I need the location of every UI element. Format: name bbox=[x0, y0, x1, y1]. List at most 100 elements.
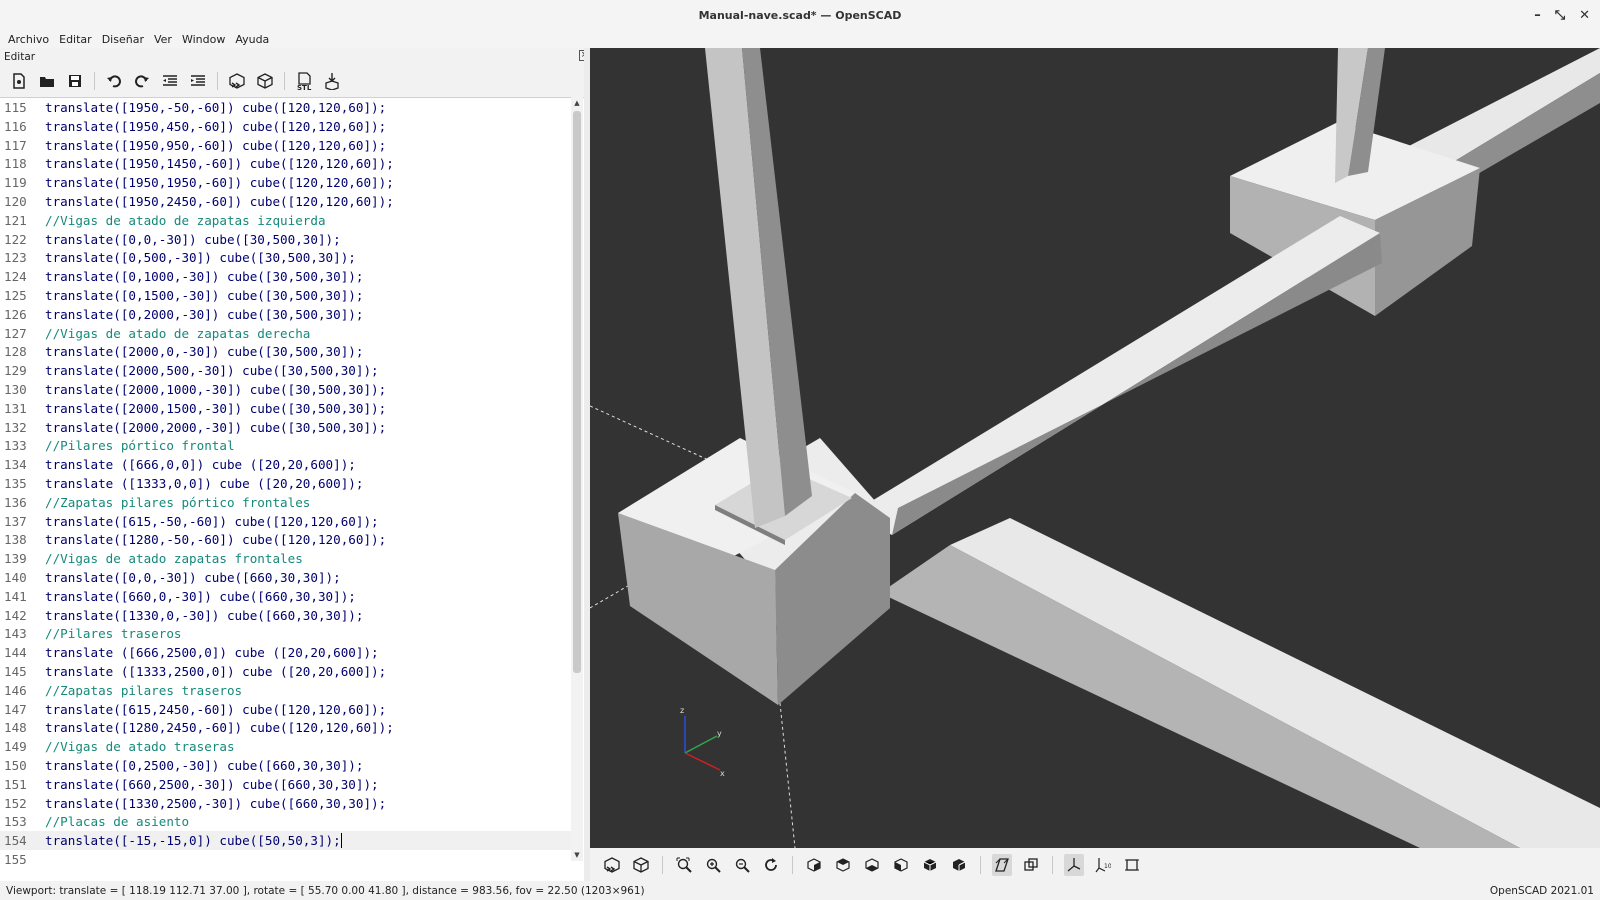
code-line[interactable]: 125 translate([0,1500,-30]) cube([30,500,… bbox=[0, 286, 580, 305]
code-line[interactable]: 147 translate([615,2450,-60]) cube([120,1… bbox=[0, 700, 580, 719]
code-editor[interactable]: 115 translate([1950,-50,-60]) cube([120,1… bbox=[0, 97, 584, 881]
code-line[interactable]: 137 translate([615,-50,-60]) cube([120,12… bbox=[0, 512, 580, 531]
open-file-icon[interactable] bbox=[36, 70, 58, 92]
code-line[interactable]: 120 translate([1950,2450,-60]) cube([120,… bbox=[0, 192, 580, 211]
code-line[interactable]: 150 translate([0,2500,-30]) cube([660,30,… bbox=[0, 756, 580, 775]
line-number: 122 bbox=[4, 231, 27, 247]
line-number: 127 bbox=[4, 325, 27, 341]
code-line[interactable]: 117 translate([1950,950,-60]) cube([120,1… bbox=[0, 136, 580, 155]
code-line[interactable]: 152 translate([1330,2500,-30]) cube([660,… bbox=[0, 794, 580, 813]
code-line[interactable]: 119 translate([1950,1950,-60]) cube([120,… bbox=[0, 173, 580, 192]
view-left-icon[interactable] bbox=[891, 854, 911, 876]
code-line[interactable]: 149 //Vigas de atado traseras bbox=[0, 737, 580, 756]
code-line[interactable]: 131 translate([2000,1500,-30]) cube([30,5… bbox=[0, 399, 580, 418]
show-edges-icon[interactable] bbox=[1122, 854, 1142, 876]
code-line[interactable]: 139 //Vigas de atado zapatas frontales bbox=[0, 549, 580, 568]
code-line[interactable]: 155 bbox=[0, 850, 580, 869]
code-line[interactable]: 136 //Zapatas pilares pórtico frontales bbox=[0, 493, 580, 512]
code-line[interactable]: 128 translate([2000,0,-30]) cube([30,500,… bbox=[0, 342, 580, 361]
reset-view-icon[interactable] bbox=[761, 854, 781, 876]
code-text: translate([2000,1500,-30]) cube([30,500,… bbox=[45, 400, 387, 416]
scroll-up-icon[interactable]: ▲ bbox=[571, 97, 583, 109]
redo-icon[interactable] bbox=[131, 70, 153, 92]
editor-scrollbar[interactable]: ▲ ▼ bbox=[571, 97, 583, 861]
menu-disenar[interactable]: Diseñar bbox=[102, 33, 144, 46]
export-stl-icon[interactable]: STL bbox=[293, 70, 315, 92]
code-line[interactable]: 116 translate([1950,450,-60]) cube([120,1… bbox=[0, 117, 580, 136]
editor-dock-label: Editar bbox=[4, 50, 36, 63]
send-to-print-icon[interactable] bbox=[321, 70, 343, 92]
view-top-icon[interactable] bbox=[833, 854, 853, 876]
view-right-icon[interactable] bbox=[804, 854, 824, 876]
code-text: translate([615,-50,-60]) cube([120,120,6… bbox=[45, 513, 379, 529]
code-line[interactable]: 133 //Pilares pórtico frontal bbox=[0, 436, 580, 455]
svg-text:10: 10 bbox=[1104, 863, 1111, 870]
menu-ver[interactable]: Ver bbox=[154, 33, 172, 46]
code-line[interactable]: 135 translate ([1333,0,0]) cube ([20,20,6… bbox=[0, 474, 580, 493]
code-line[interactable]: 145 translate ([1333,2500,0]) cube ([20,2… bbox=[0, 662, 580, 681]
code-line[interactable]: 115 translate([1950,-50,-60]) cube([120,1… bbox=[0, 98, 580, 117]
code-text: translate([0,1500,-30]) cube([30,500,30]… bbox=[45, 288, 364, 303]
restore-icon[interactable]: ⤡ bbox=[1555, 8, 1565, 23]
line-number: 115 bbox=[4, 100, 27, 115]
show-scale-icon[interactable]: 10 bbox=[1093, 854, 1113, 876]
indent-icon[interactable] bbox=[187, 70, 209, 92]
line-number: 154 bbox=[4, 833, 27, 849]
scrollbar-thumb[interactable] bbox=[573, 111, 581, 673]
show-axes-icon[interactable] bbox=[1064, 853, 1084, 876]
code-line[interactable]: 121 //Vigas de atado de zapatas izquierda bbox=[0, 211, 580, 230]
preview-icon[interactable] bbox=[226, 70, 248, 92]
close-icon[interactable]: ✕ bbox=[1579, 8, 1590, 23]
undo-icon[interactable] bbox=[103, 70, 125, 92]
menu-archivo[interactable]: Archivo bbox=[8, 33, 49, 46]
code-text: translate([2000,1000,-30]) cube([30,500,… bbox=[45, 382, 387, 397]
code-line[interactable]: 123 translate([0,500,-30]) cube([30,500,3… bbox=[0, 248, 580, 267]
code-line[interactable]: 146 //Zapatas pilares traseros bbox=[0, 681, 580, 700]
code-line[interactable]: 122 translate([0,0,-30]) cube([30,500,30]… bbox=[0, 230, 580, 249]
code-line[interactable]: 132 translate([2000,2000,-30]) cube([30,5… bbox=[0, 418, 580, 437]
editor-toolbar: STL bbox=[0, 66, 596, 96]
code-line[interactable]: 138 translate([1280,-50,-60]) cube([120,1… bbox=[0, 530, 580, 549]
code-line[interactable]: 148 translate([1280,2450,-60]) cube([120,… bbox=[0, 718, 580, 737]
menu-editar[interactable]: Editar bbox=[59, 33, 92, 46]
code-line[interactable]: 130 translate([2000,1000,-30]) cube([30,5… bbox=[0, 380, 580, 399]
menu-ayuda[interactable]: Ayuda bbox=[235, 33, 269, 46]
code-line[interactable]: 134 translate ([666,0,0]) cube ([20,20,60… bbox=[0, 455, 580, 474]
render-icon[interactable] bbox=[254, 70, 276, 92]
orthogonal-icon[interactable] bbox=[1021, 854, 1041, 876]
view-front-icon[interactable] bbox=[920, 854, 940, 876]
preview-icon[interactable] bbox=[602, 854, 622, 876]
line-number: 140 bbox=[4, 570, 27, 585]
save-icon[interactable] bbox=[64, 70, 86, 92]
unindent-icon[interactable] bbox=[159, 70, 181, 92]
zoom-out-icon[interactable] bbox=[732, 854, 752, 876]
code-line[interactable]: 118 translate([1950,1450,-60]) cube([120,… bbox=[0, 154, 580, 173]
view-all-icon[interactable] bbox=[674, 854, 694, 876]
3d-viewport[interactable]: z y x bbox=[590, 48, 1600, 848]
code-text: translate([1950,1950,-60]) cube([120,120… bbox=[45, 175, 394, 191]
line-number: 124 bbox=[4, 269, 27, 285]
line-number: 132 bbox=[4, 419, 27, 435]
view-back-icon[interactable] bbox=[949, 854, 969, 876]
code-line[interactable]: 140 translate([0,0,-30]) cube([660,30,30]… bbox=[0, 568, 580, 587]
code-line[interactable]: 127 //Vigas de atado de zapatas derecha bbox=[0, 324, 580, 343]
code-line[interactable]: 151 translate([660,2500,-30]) cube([660,3… bbox=[0, 775, 580, 794]
code-line[interactable]: 144 translate ([666,2500,0]) cube ([20,20… bbox=[0, 643, 580, 662]
scroll-down-icon[interactable]: ▼ bbox=[571, 849, 583, 861]
new-file-icon[interactable] bbox=[8, 70, 30, 92]
code-line[interactable]: 153 //Placas de asiento bbox=[0, 812, 580, 831]
code-line[interactable]: 142 translate([1330,0,-30]) cube([660,30,… bbox=[0, 606, 580, 625]
zoom-in-icon[interactable] bbox=[703, 854, 723, 876]
code-line[interactable]: 124 translate([0,1000,-30]) cube([30,500,… bbox=[0, 267, 580, 286]
code-line[interactable]: 126 translate([0,2000,-30]) cube([30,500,… bbox=[0, 305, 580, 324]
menu-window[interactable]: Window bbox=[182, 33, 225, 46]
code-line[interactable]: 154 translate([-15,-15,0]) cube([50,50,3]… bbox=[0, 831, 580, 851]
code-line[interactable]: 129 translate([2000,500,-30]) cube([30,50… bbox=[0, 361, 580, 380]
code-line[interactable]: 143 //Pilares traseros bbox=[0, 624, 580, 643]
code-line[interactable]: 141 translate([660,0,-30]) cube([660,30,3… bbox=[0, 587, 580, 606]
line-number: 146 bbox=[4, 682, 27, 698]
perspective-icon[interactable] bbox=[992, 853, 1012, 876]
render-icon[interactable] bbox=[631, 854, 651, 876]
view-bottom-icon[interactable] bbox=[862, 854, 882, 876]
minimize-icon[interactable]: – bbox=[1534, 8, 1541, 23]
